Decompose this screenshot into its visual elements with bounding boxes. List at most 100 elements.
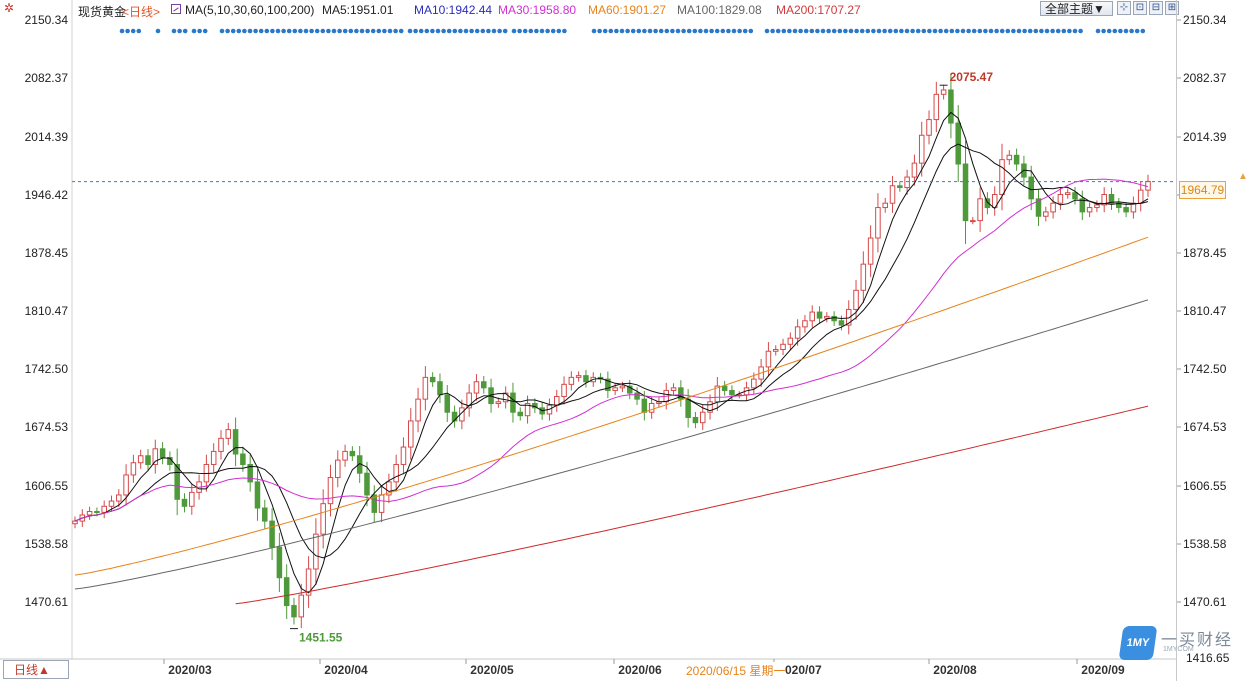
event-dot [342,28,348,34]
candle-up [553,396,560,406]
candle-up [867,237,874,265]
current-price-label: 1964.79 [1179,181,1226,199]
candle-up [670,387,677,391]
event-dot [775,28,781,34]
candle-up [751,378,757,389]
event-dot [815,28,820,34]
candle-down [897,185,903,189]
candle-up [933,93,940,121]
event-dot [348,28,354,34]
zoom-out-button[interactable]: ⊟ [1149,1,1163,15]
x-tick-label: 2020/06 [618,663,662,677]
event-dot [517,28,522,34]
candle-up [342,450,348,461]
candle-up [108,500,115,507]
event-dot [664,28,670,34]
event-dot [709,28,714,34]
period-button[interactable]: 日线▲ [3,660,69,679]
candle-down [291,605,297,618]
ma-indicator-icon[interactable] [171,4,181,14]
event-dot [1134,28,1140,34]
event-dot [550,28,556,34]
candle-down [181,498,188,507]
candle-up [780,343,786,351]
candle-up [882,202,888,209]
event-dot [999,28,1005,34]
event-dot [893,28,899,34]
event-dot [994,28,999,34]
event-dot [309,28,314,34]
event-dot [971,28,977,34]
event-dot [298,28,303,34]
candle-up [787,337,794,345]
candle-down [729,389,735,396]
settings-icon[interactable]: ✲ [4,2,16,14]
event-dot [474,28,480,34]
event-dot [742,28,748,34]
ma200-value: MA200:1707.27 [776,3,861,17]
ma60-value: MA60:1901.27 [588,3,667,17]
period-label[interactable]: <日线> [122,3,160,20]
candle-up [495,401,502,405]
event-dot [943,28,949,34]
y-tick-label-left: 1810.47 [25,304,69,318]
watermark-logo: 1MY 一买财经 1MYCOM [1118,626,1241,662]
candle-up [977,198,983,222]
event-dot [202,28,208,34]
event-dot [1039,28,1044,34]
candle-down [262,507,268,522]
theme-select[interactable]: 全部主题▼ [1040,1,1113,16]
event-dot [424,28,430,34]
event-dot [382,28,387,34]
x-tick-label: 2020/09 [1081,663,1125,677]
event-dot [837,28,843,34]
zoom-in-button[interactable]: ⊡ [1133,1,1147,15]
event-dot [331,28,337,34]
event-dot [354,28,359,34]
event-dot [977,28,983,34]
y-tick-label-left: 1946.42 [25,188,69,202]
event-dot [292,28,298,34]
logo-badge: 1MY [1118,626,1158,660]
candle-up [72,520,78,525]
event-dot [125,28,130,34]
candle-up [123,474,129,496]
candle-up [1086,207,1093,213]
event-dot [446,28,452,34]
price-chart[interactable]: 2150.34 2150.342082.37 2082.372014.39 2014.… [0,0,1250,681]
event-dot [859,28,865,34]
event-dot [658,28,664,34]
event-dot [370,28,376,34]
candle-up [137,455,144,464]
candle-up [400,446,407,465]
event-dot [1011,28,1016,34]
ma30-line [74,178,1149,522]
event-dot [236,28,242,34]
candle-down [480,381,487,389]
candle-down [232,429,239,455]
event-dot [792,28,798,34]
candle-up [999,159,1005,195]
event-dot [820,28,826,34]
event-dot [1050,28,1055,34]
candle-down [276,546,283,579]
event-dot [230,28,236,34]
event-dot [714,28,720,34]
event-dot [281,28,286,34]
candle-up [889,185,896,204]
event-dot [320,28,326,34]
event-dot [681,28,686,34]
event-dot [625,28,630,34]
event-dot [1044,28,1050,34]
event-dot [608,28,614,34]
event-dot [253,28,258,34]
event-dot [726,28,731,34]
y-tick-label-left: 1470.61 [25,595,69,609]
event-dot [407,28,413,34]
candle-up [809,311,815,322]
crosshair-button[interactable]: ⊹ [1117,1,1131,15]
event-dot [731,28,737,34]
candle-up [378,494,385,513]
candle-down [269,520,275,548]
event-dot [562,28,567,34]
